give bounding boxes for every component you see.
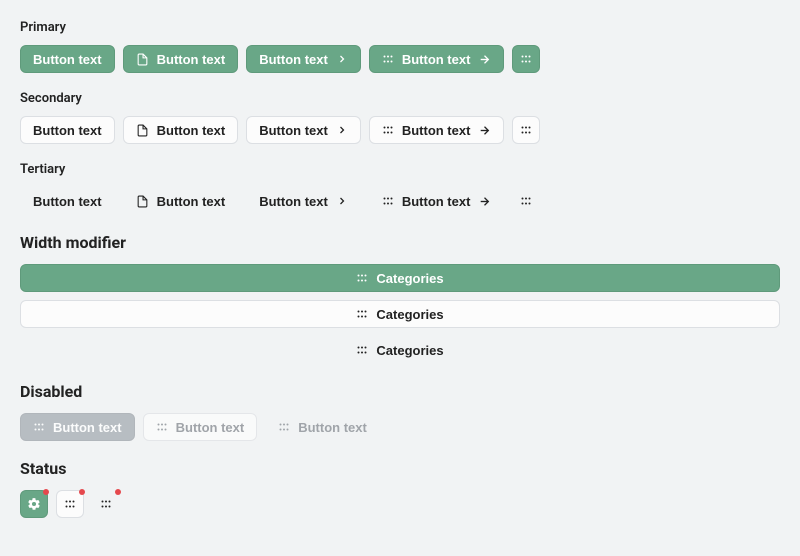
status-secondary-button[interactable] (56, 490, 84, 518)
button-label: Button text (298, 421, 367, 434)
button-label: Button text (33, 124, 102, 137)
disabled-secondary-button: Button text (143, 413, 258, 441)
button-label: Button text (33, 195, 102, 208)
primary-button-icon-only[interactable] (512, 45, 540, 73)
button-label: Button text (402, 124, 471, 137)
grid-icon (520, 53, 532, 65)
button-label: Button text (176, 421, 245, 434)
section-label-secondary: Secondary (20, 91, 780, 106)
grid-icon (356, 344, 368, 356)
section-heading-disabled: Disabled (20, 382, 780, 401)
col-width: Categories Categories Categories (20, 264, 780, 364)
button-label: Button text (53, 421, 122, 434)
grid-icon (382, 124, 394, 136)
arrow-right-icon (478, 53, 491, 66)
primary-button-grid-arrow[interactable]: Button text (369, 45, 505, 73)
disabled-tertiary-button: Button text (265, 413, 380, 441)
arrow-right-icon (478, 124, 491, 137)
status-tertiary-button[interactable] (92, 490, 120, 518)
section-label-tertiary: Tertiary (20, 162, 780, 177)
status-dot (79, 489, 85, 495)
secondary-button-grid-arrow[interactable]: Button text (369, 116, 505, 144)
primary-button[interactable]: Button text (20, 45, 115, 73)
status-dot (115, 489, 121, 495)
disabled-primary-button: Button text (20, 413, 135, 441)
grid-icon (278, 421, 290, 433)
tertiary-button-file[interactable]: Button text (123, 187, 239, 215)
primary-button-chevron[interactable]: Button text (246, 45, 361, 73)
chevron-right-icon (336, 53, 348, 65)
file-icon (136, 53, 149, 66)
arrow-right-icon (478, 195, 491, 208)
button-label: Button text (402, 195, 471, 208)
grid-icon (156, 421, 168, 433)
grid-icon (100, 498, 112, 510)
row-secondary: Button text Button text Button text Butt… (20, 116, 780, 144)
grid-icon (356, 272, 368, 284)
button-label: Button text (259, 53, 328, 66)
grid-icon (520, 124, 532, 136)
chevron-right-icon (336, 195, 348, 207)
grid-icon (382, 195, 394, 207)
chevron-right-icon (336, 124, 348, 136)
tertiary-button[interactable]: Button text (20, 187, 115, 215)
primary-button-file[interactable]: Button text (123, 45, 239, 73)
grid-icon (64, 498, 76, 510)
grid-icon (33, 421, 45, 433)
button-label: Categories (376, 344, 443, 357)
section-heading-status: Status (20, 459, 780, 478)
section-heading-width: Width modifier (20, 233, 780, 252)
grid-icon (520, 195, 532, 207)
full-width-primary-button[interactable]: Categories (20, 264, 780, 292)
button-label: Button text (157, 53, 226, 66)
status-dot (43, 489, 49, 495)
row-disabled: Button text Button text Button text (20, 413, 780, 441)
secondary-button-chevron[interactable]: Button text (246, 116, 361, 144)
full-width-secondary-button[interactable]: Categories (20, 300, 780, 328)
button-label: Button text (33, 53, 102, 66)
tertiary-button-icon-only[interactable] (512, 187, 540, 215)
button-label: Button text (259, 124, 328, 137)
tertiary-button-grid-arrow[interactable]: Button text (369, 187, 505, 215)
button-label: Button text (157, 195, 226, 208)
button-label: Button text (157, 124, 226, 137)
row-status (20, 490, 780, 518)
button-label: Button text (402, 53, 471, 66)
secondary-button[interactable]: Button text (20, 116, 115, 144)
file-icon (136, 195, 149, 208)
button-label: Button text (259, 195, 328, 208)
tertiary-button-chevron[interactable]: Button text (246, 187, 361, 215)
secondary-button-icon-only[interactable] (512, 116, 540, 144)
file-icon (136, 124, 149, 137)
grid-icon (382, 53, 394, 65)
button-label: Categories (376, 272, 443, 285)
grid-icon (356, 308, 368, 320)
row-tertiary: Button text Button text Button text Butt… (20, 187, 780, 215)
section-label-primary: Primary (20, 20, 780, 35)
secondary-button-file[interactable]: Button text (123, 116, 239, 144)
row-primary: Button text Button text Button text Butt… (20, 45, 780, 73)
button-label: Categories (376, 308, 443, 321)
status-primary-button[interactable] (20, 490, 48, 518)
gear-icon (27, 497, 41, 511)
full-width-tertiary-button[interactable]: Categories (20, 336, 780, 364)
